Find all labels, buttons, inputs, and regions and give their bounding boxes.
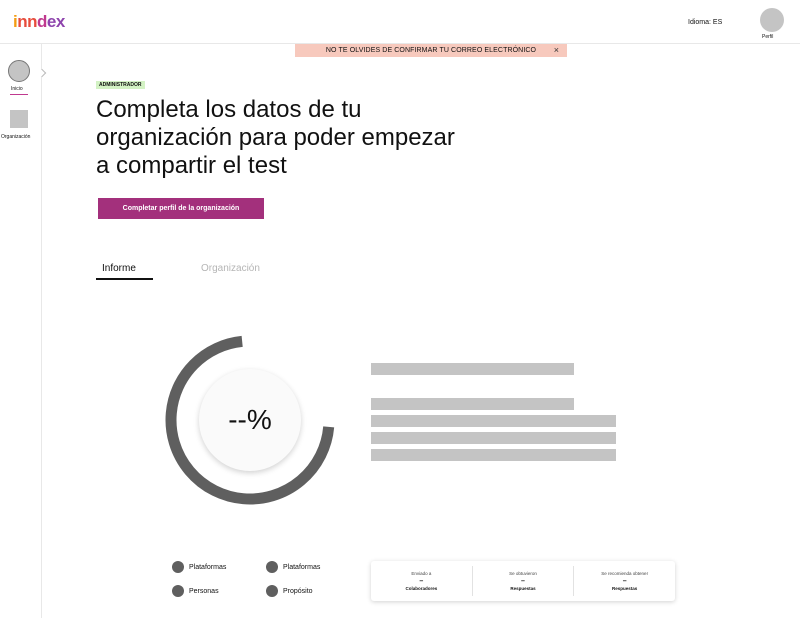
active-tab-indicator [96, 278, 153, 280]
sidebar-item-inicio[interactable]: Inicio [11, 86, 23, 92]
stat-sent: Enviado a – Colaboradores [371, 566, 473, 596]
legend-label: Plataformas [283, 563, 321, 571]
legend-label: Personas [189, 587, 219, 595]
stat-value: – [521, 578, 525, 585]
profile-label[interactable]: Perfil [762, 34, 773, 40]
organization-icon[interactable] [10, 110, 28, 128]
notice-text: NO TE OLVIDES DE CONFIRMAR TU CORREO ELE… [325, 47, 537, 54]
tab-informe[interactable]: Informe [102, 263, 136, 274]
donut-center: --% [199, 369, 301, 471]
legend-label: Propósito [283, 587, 313, 595]
stats-card: Enviado a – Colaboradores Se obtuvieron … [371, 561, 675, 601]
legend-item: Propósito [266, 585, 313, 597]
legend-dot [266, 561, 278, 573]
stat-obtained: Se obtuvieron – Respuestas [473, 566, 575, 596]
legend-label: Plataformas [189, 563, 227, 571]
complete-profile-button[interactable]: Completar perfil de la organización [98, 198, 264, 219]
placeholder-line [371, 363, 574, 375]
stat-unit: Respuestas [510, 586, 536, 591]
legend-item: Personas [172, 585, 219, 597]
placeholder-line [371, 398, 574, 410]
legend-dot [172, 585, 184, 597]
active-indicator [10, 94, 28, 95]
legend-dot [266, 585, 278, 597]
logo-part: nn [17, 12, 38, 31]
profile-avatar[interactable] [760, 8, 784, 32]
sidebar-collapse-icon[interactable] [37, 68, 47, 78]
legend-dot [172, 561, 184, 573]
sidebar-item-organizacion[interactable]: Organización [1, 134, 30, 140]
top-bar: inndex Idioma: ES Perfil [0, 0, 800, 44]
placeholder-line [371, 415, 616, 427]
stat-caption: Se obtuvieron [509, 571, 537, 576]
inndex-logo[interactable]: inndex [13, 12, 65, 32]
stat-caption: Enviado a [411, 571, 432, 576]
stat-value: – [419, 578, 424, 585]
stat-caption: Se recomienda obtener [601, 571, 649, 576]
stat-value: – [622, 578, 627, 585]
placeholder-line [371, 432, 616, 444]
close-icon[interactable]: × [554, 45, 559, 55]
email-confirm-notice: NO TE OLVIDES DE CONFIRMAR TU CORREO ELE… [295, 44, 567, 57]
donut-value: --% [228, 404, 272, 435]
sidebar: Inicio Organización [0, 44, 47, 618]
stat-unit: Respuestas [612, 586, 638, 591]
home-icon[interactable] [8, 60, 30, 82]
logo-part: d [37, 12, 47, 31]
role-badge: ADMINISTRADOR [96, 81, 145, 89]
stat-unit: Colaboradores [405, 586, 438, 591]
tab-organizacion[interactable]: Organización [201, 263, 260, 274]
page-title: Completa los datos de tu organización pa… [96, 96, 455, 179]
placeholder-line [371, 449, 616, 461]
stat-recommended: Se recomienda obtener – Respuestas [574, 566, 675, 596]
logo-part: ex [46, 12, 65, 31]
language-selector[interactable]: Idioma: ES [688, 19, 722, 26]
legend-item: Plataformas [266, 561, 320, 573]
legend-item: Plataformas [172, 561, 226, 573]
